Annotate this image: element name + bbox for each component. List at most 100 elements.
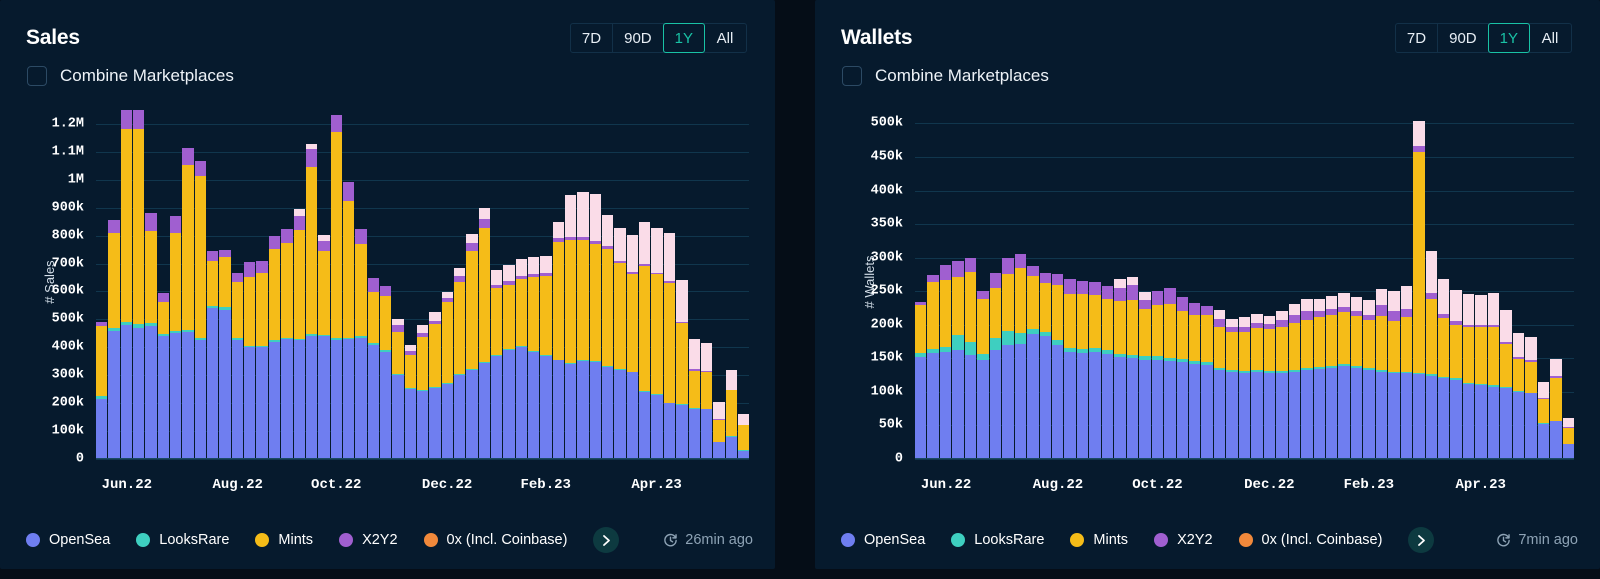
chart-bar[interactable] [503,110,514,459]
chart-bar[interactable] [565,110,576,459]
chart-bar[interactable] [528,110,539,459]
chart-bar[interactable] [940,110,951,459]
wallets-range-90d[interactable]: 90D [1438,24,1489,52]
chart-bar[interactable] [713,110,724,459]
chart-bar[interactable] [244,110,255,459]
chart-bar[interactable] [540,110,551,459]
chart-bar[interactable] [1314,110,1325,459]
chart-bar[interactable] [454,110,465,459]
legend-item-mints[interactable]: Mints [255,532,313,548]
chart-bar[interactable] [1040,110,1051,459]
chart-bar[interactable] [269,110,280,459]
chart-bar[interactable] [927,110,938,459]
chart-bar[interactable] [1401,110,1412,459]
chart-bar[interactable] [1450,110,1461,459]
chart-bar[interactable] [96,110,107,459]
chart-bar[interactable] [219,110,230,459]
chart-bar[interactable] [1413,110,1424,459]
chart-bar[interactable] [1563,110,1574,459]
chart-bar[interactable] [676,110,687,459]
sales-range-7d[interactable]: 7D [571,24,613,52]
chart-bar[interactable] [1488,110,1499,459]
chart-bar[interactable] [331,110,342,459]
wallets-combine-marketplaces-checkbox[interactable] [842,66,862,86]
chart-bar[interactable] [1500,110,1511,459]
chart-bar[interactable] [1475,110,1486,459]
chart-bar[interactable] [232,110,243,459]
chart-bar[interactable] [158,110,169,459]
chart-bar[interactable] [108,110,119,459]
legend-item-opensea[interactable]: OpenSea [841,532,925,548]
chart-bar[interactable] [1002,110,1013,459]
chart-bar[interactable] [664,110,675,459]
chart-bar[interactable] [1426,110,1437,459]
chart-bar[interactable] [1114,110,1125,459]
wallets-range-7d[interactable]: 7D [1396,24,1438,52]
chart-bar[interactable] [1525,110,1536,459]
chart-bar[interactable] [170,110,181,459]
chart-bar[interactable] [491,110,502,459]
legend-item-x2y2[interactable]: X2Y2 [1154,532,1212,548]
chart-bar[interactable] [1326,110,1337,459]
legend-item-opensea[interactable]: OpenSea [26,532,110,548]
chart-bar[interactable] [701,110,712,459]
wallets-range-all[interactable]: All [1529,24,1571,52]
chart-bar[interactable] [1376,110,1387,459]
chart-bar[interactable] [479,110,490,459]
chart-bar[interactable] [1214,110,1225,459]
chart-bar[interactable] [1388,110,1399,459]
chart-bar[interactable] [182,110,193,459]
chart-bar[interactable] [602,110,613,459]
chart-bar[interactable] [1064,110,1075,459]
chart-bar[interactable] [738,110,749,459]
chart-bar[interactable] [590,110,601,459]
chart-bar[interactable] [145,110,156,459]
chart-bar[interactable] [429,110,440,459]
chart-bar[interactable] [405,110,416,459]
legend-item-looksrare[interactable]: LooksRare [136,532,229,548]
chart-bar[interactable] [1102,110,1113,459]
chart-bar[interactable] [1351,110,1362,459]
sales-range-90d[interactable]: 90D [613,24,664,52]
chart-bar[interactable] [1338,110,1349,459]
chart-bar[interactable] [392,110,403,459]
chart-bar[interactable] [516,110,527,459]
legend-item-looksrare[interactable]: LooksRare [951,532,1044,548]
chart-bar[interactable] [1239,110,1250,459]
chart-bar[interactable] [1463,110,1474,459]
chart-bar[interactable] [651,110,662,459]
chart-bar[interactable] [1301,110,1312,459]
chevron-right-icon[interactable] [593,527,619,553]
chart-bar[interactable] [1077,110,1088,459]
chart-bar[interactable] [614,110,625,459]
chart-bar[interactable] [466,110,477,459]
chart-bar[interactable] [195,110,206,459]
chart-bar[interactable] [1152,110,1163,459]
chart-bar[interactable] [1015,110,1026,459]
chart-bar[interactable] [1127,110,1138,459]
chart-bar[interactable] [577,110,588,459]
chart-bar[interactable] [1089,110,1100,459]
chart-bar[interactable] [294,110,305,459]
chart-bar[interactable] [442,110,453,459]
sales-range-selector[interactable]: 7D 90D 1Y All [570,23,747,53]
chart-bar[interactable] [355,110,366,459]
chart-bar[interactable] [318,110,329,459]
chart-bar[interactable] [965,110,976,459]
chart-bar[interactable] [627,110,638,459]
sales-combine-marketplaces-checkbox[interactable] [27,66,47,86]
chart-bar[interactable] [121,110,132,459]
chart-bar[interactable] [1139,110,1150,459]
chart-bar[interactable] [553,110,564,459]
chart-bar[interactable] [306,110,317,459]
chart-bar[interactable] [1550,110,1561,459]
wallets-range-1y[interactable]: 1Y [1488,23,1530,53]
chart-bar[interactable] [952,110,963,459]
chart-bar[interactable] [368,110,379,459]
legend-item-mints[interactable]: Mints [1070,532,1128,548]
chart-bar[interactable] [281,110,292,459]
chart-bar[interactable] [1164,110,1175,459]
chart-bar[interactable] [417,110,428,459]
chart-bar[interactable] [639,110,650,459]
chart-bar[interactable] [1251,110,1262,459]
